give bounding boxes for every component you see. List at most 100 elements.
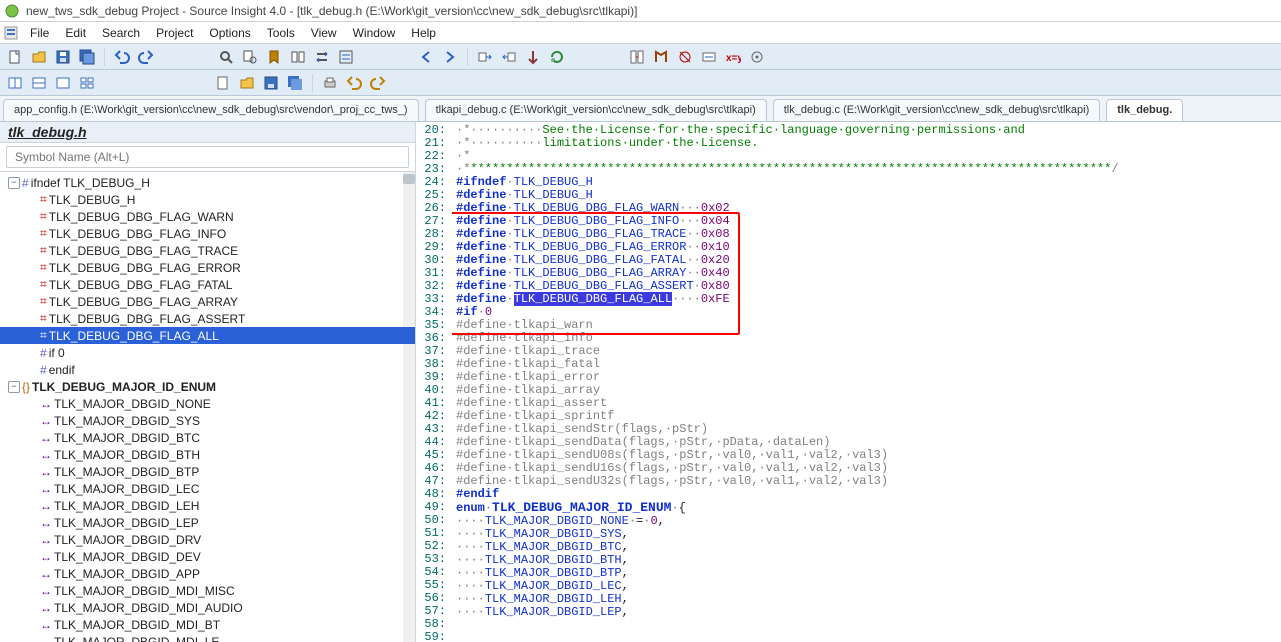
doc-saveall-button[interactable]: [284, 72, 306, 94]
menu-search[interactable]: Search: [94, 24, 148, 42]
outline-item[interactable]: −#ifndef TLK_DEBUG_H: [0, 174, 415, 191]
view-single-button[interactable]: [52, 72, 74, 94]
tool-build-button[interactable]: [650, 46, 672, 68]
nav-fwd-button[interactable]: [439, 46, 461, 68]
outline-item[interactable]: ⌗TLK_DEBUG_DBG_FLAG_TRACE: [0, 242, 415, 259]
file-tab[interactable]: tlk_debug.: [1106, 99, 1183, 121]
outline-item[interactable]: ⌗TLK_DEBUG_DBG_FLAG_ASSERT: [0, 310, 415, 327]
find-in-files-button[interactable]: [239, 46, 261, 68]
go-to-decl-button[interactable]: [498, 46, 520, 68]
define-icon: ⌗: [40, 226, 47, 241]
outline-item[interactable]: ↔TLK_MAJOR_DBGID_BTC: [0, 429, 415, 446]
menu-view[interactable]: View: [303, 24, 345, 42]
tool-refsym-button[interactable]: x=y: [722, 46, 744, 68]
menu-project[interactable]: Project: [148, 24, 201, 42]
redo2-button[interactable]: [367, 72, 389, 94]
file-tab[interactable]: tlk_debug.c (E:\Work\git_version\cc\new_…: [773, 99, 1101, 121]
outline-item[interactable]: ↔TLK_MAJOR_DBGID_SYS: [0, 412, 415, 429]
outline-item[interactable]: ⌗TLK_DEBUG_DBG_FLAG_INFO: [0, 225, 415, 242]
code-editor[interactable]: 20: 21: 22: 23: 24: 25: 26: 27: 28: 29: …: [416, 122, 1281, 642]
nav-back-button[interactable]: [415, 46, 437, 68]
file-tab[interactable]: tlkapi_debug.c (E:\Work\git_version\cc\n…: [425, 99, 767, 121]
outline-item[interactable]: ↔TLK_MAJOR_DBGID_MDI_BT: [0, 616, 415, 633]
outline-item[interactable]: ↔TLK_MAJOR_DBGID_LEC: [0, 480, 415, 497]
undo2-button[interactable]: [343, 72, 365, 94]
refresh-button[interactable]: [546, 46, 568, 68]
outline-item[interactable]: ↔TLK_MAJOR_DBGID_LEH: [0, 497, 415, 514]
open-file-button[interactable]: [28, 46, 50, 68]
outline-label: TLK_MAJOR_DBGID_BTP: [54, 465, 199, 479]
outline-item[interactable]: #if 0: [0, 344, 415, 361]
doc-open-button[interactable]: [236, 72, 258, 94]
menu-tools[interactable]: Tools: [259, 24, 303, 42]
outline-item[interactable]: ⌗TLK_DEBUG_DBG_FLAG_ARRAY: [0, 293, 415, 310]
highlight-box: [452, 212, 740, 335]
menu-help[interactable]: Help: [403, 24, 444, 42]
find-button[interactable]: [215, 46, 237, 68]
menu-edit[interactable]: Edit: [57, 24, 94, 42]
view-split-v-button[interactable]: [28, 72, 50, 94]
outline-item[interactable]: ↔TLK_MAJOR_DBGID_MDI_LE: [0, 633, 415, 642]
outline-item[interactable]: ⌗TLK_DEBUG_H: [0, 191, 415, 208]
outline-item[interactable]: ⌗TLK_DEBUG_DBG_FLAG_FATAL: [0, 276, 415, 293]
define-icon: ⌗: [40, 328, 47, 343]
print-button[interactable]: [319, 72, 341, 94]
go-to-caller-button[interactable]: [522, 46, 544, 68]
expand-toggle[interactable]: −: [8, 381, 20, 393]
save-button[interactable]: [52, 46, 74, 68]
doc-save-button[interactable]: [260, 72, 282, 94]
tool-debug-button[interactable]: [674, 46, 696, 68]
code-line[interactable]: ·*··········limitations·under·the·Licens…: [456, 137, 1281, 150]
expand-toggle[interactable]: −: [8, 177, 20, 189]
outline-item[interactable]: −{}TLK_DEBUG_MAJOR_ID_ENUM: [0, 378, 415, 395]
code-area[interactable]: ·*··········See·the·License·for·the·spec…: [452, 122, 1281, 642]
replace-button[interactable]: [311, 46, 333, 68]
go-to-def-button[interactable]: [474, 46, 496, 68]
outline-item[interactable]: ↔TLK_MAJOR_DBGID_BTH: [0, 446, 415, 463]
outline-item[interactable]: ⌗TLK_DEBUG_DBG_FLAG_ALL: [0, 327, 415, 344]
replace-all-button[interactable]: [335, 46, 357, 68]
outline-item[interactable]: ↔TLK_MAJOR_DBGID_DRV: [0, 531, 415, 548]
outline-item[interactable]: ↔TLK_MAJOR_DBGID_BTP: [0, 463, 415, 480]
define-icon: ⌗: [40, 311, 47, 326]
outline-item[interactable]: ↔TLK_MAJOR_DBGID_LEP: [0, 514, 415, 531]
new-file-button[interactable]: [4, 46, 26, 68]
view-split-h-button[interactable]: [4, 72, 26, 94]
tool-output-button[interactable]: [698, 46, 720, 68]
tool-settings-button[interactable]: [746, 46, 768, 68]
code-line[interactable]: #define·tlkapi_sendU32s(flags,·pStr,·val…: [456, 475, 1281, 488]
file-tab[interactable]: app_config.h (E:\Work\git_version\cc\new…: [3, 99, 419, 121]
code-line[interactable]: ····TLK_MAJOR_DBGID_LEP,: [456, 606, 1281, 619]
enum-member-icon: ↔: [40, 635, 52, 642]
symbol-outline[interactable]: −#ifndef TLK_DEBUG_H⌗TLK_DEBUG_H⌗TLK_DEB…: [0, 172, 415, 642]
symbol-search-input[interactable]: [6, 146, 409, 168]
menu-window[interactable]: Window: [345, 24, 404, 42]
doc-new-button[interactable]: [212, 72, 234, 94]
menu-options[interactable]: Options: [201, 24, 258, 42]
outline-item[interactable]: ↔TLK_MAJOR_DBGID_APP: [0, 565, 415, 582]
book-open-icon[interactable]: [287, 46, 309, 68]
outline-label: TLK_MAJOR_DBGID_MDI_LE: [54, 635, 219, 642]
svg-text:x=y: x=y: [726, 53, 741, 64]
outline-label: TLK_DEBUG_DBG_FLAG_INFO: [49, 227, 226, 241]
tool-sync-button[interactable]: [626, 46, 648, 68]
outline-item[interactable]: ↔TLK_MAJOR_DBGID_DEV: [0, 548, 415, 565]
app-menu-icon[interactable]: [2, 24, 20, 42]
undo-button[interactable]: [111, 46, 133, 68]
enum-member-icon: ↔: [40, 499, 52, 513]
code-line[interactable]: enum·TLK_DEBUG_MAJOR_ID_ENUM·{: [456, 501, 1281, 515]
redo-button[interactable]: [135, 46, 157, 68]
view-grid-button[interactable]: [76, 72, 98, 94]
bookmark-button[interactable]: [263, 46, 285, 68]
outline-label: TLK_MAJOR_DBGID_BTH: [54, 448, 200, 462]
outline-item[interactable]: #endif: [0, 361, 415, 378]
outline-item[interactable]: ↔TLK_MAJOR_DBGID_NONE: [0, 395, 415, 412]
outline-item[interactable]: ⌗TLK_DEBUG_DBG_FLAG_WARN: [0, 208, 415, 225]
outline-item[interactable]: ↔TLK_MAJOR_DBGID_MDI_MISC: [0, 582, 415, 599]
outline-label: TLK_MAJOR_DBGID_LEH: [54, 499, 199, 513]
save-all-button[interactable]: [76, 46, 98, 68]
outline-item[interactable]: ↔TLK_MAJOR_DBGID_MDI_AUDIO: [0, 599, 415, 616]
outline-item[interactable]: ⌗TLK_DEBUG_DBG_FLAG_ERROR: [0, 259, 415, 276]
menu-file[interactable]: File: [22, 24, 57, 42]
title-bar: new_tws_sdk_debug Project - Source Insig…: [0, 0, 1281, 22]
